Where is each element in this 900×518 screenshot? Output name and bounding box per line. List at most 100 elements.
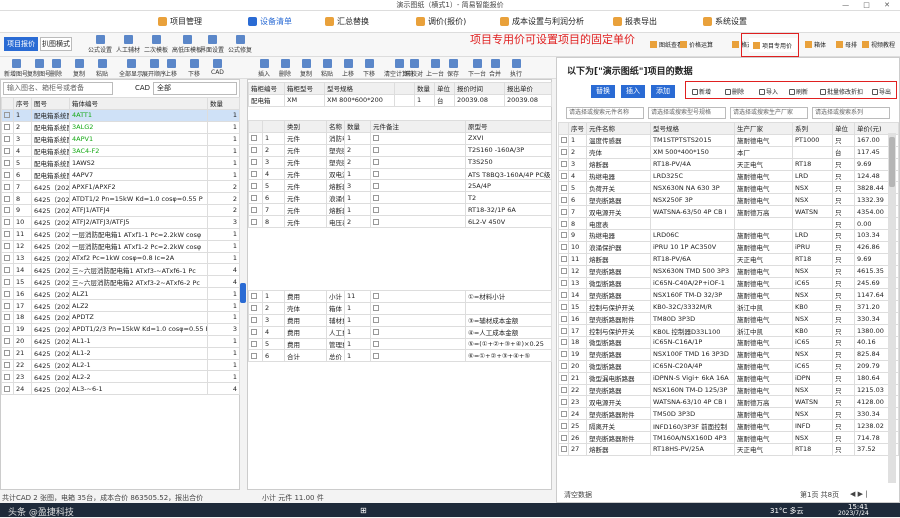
- search-input[interactable]: 输入图名、箱柜号或者备: [3, 82, 113, 95]
- remark-cell[interactable]: [370, 325, 466, 339]
- row-checkbox-cell[interactable]: [558, 431, 569, 445]
- table-row[interactable]: 5 配电箱系统图 1AWS2 1: [1, 156, 240, 170]
- toolbar2-mid-button-0[interactable]: 插入: [258, 59, 270, 78]
- toolbar2-left-button-4[interactable]: 粘贴: [96, 59, 108, 78]
- checkbox[interactable]: [561, 422, 567, 429]
- checkbox[interactable]: [561, 173, 567, 179]
- row-checkbox-cell[interactable]: [558, 300, 569, 314]
- cell-model[interactable]: ⑤=(①+②+③+④)×0.25: [465, 337, 552, 351]
- row-checkbox-cell[interactable]: [1, 168, 14, 182]
- cabinet-field[interactable]: 配电箱: [248, 93, 285, 107]
- cell-model[interactable]: ZXVI: [465, 131, 552, 145]
- checkbox[interactable]: [4, 350, 10, 357]
- table-row[interactable]: 4费用人工费1④=人工成本金额④=人工成: [248, 325, 552, 339]
- table-row[interactable]: 14 塑壳断路器 NSX160F TM-D 32/3P 施耐德电气 NSX 只 1147.6…: [558, 288, 899, 302]
- table-row[interactable]: 3元件塑壳断路器2T3S250NSX250F: [248, 155, 552, 169]
- row-checkbox-cell[interactable]: [248, 290, 263, 303]
- table-row[interactable]: 11 熔断器 RT18-PV/6A 天正电气 RT18 只 9.69: [558, 252, 899, 266]
- table-row[interactable]: 13 微型断路器 iC65N-C40A/2P+iOF-1 施耐德电气 iC65 只 245.…: [558, 276, 899, 290]
- checkbox[interactable]: [251, 194, 257, 201]
- table-row[interactable]: 15 控制与保护开关 KB0-32C/3332M/R 浙江中凯 KB0 只 371.20: [558, 300, 899, 314]
- toolbar2-left-button-3[interactable]: 复制: [73, 59, 85, 78]
- remark-icon[interactable]: [373, 341, 379, 347]
- row-checkbox-cell[interactable]: [1, 299, 14, 313]
- checkbox[interactable]: [561, 375, 567, 382]
- row-checkbox-cell[interactable]: [1, 192, 14, 206]
- column-header[interactable]: [558, 122, 569, 135]
- checkbox[interactable]: [561, 387, 567, 394]
- pager-nav[interactable]: ◀ ▶ |: [850, 490, 868, 498]
- row-checkbox-cell[interactable]: [558, 371, 569, 385]
- toolbar1-button-2[interactable]: 二次模板: [144, 35, 168, 54]
- row-checkbox-cell[interactable]: [1, 275, 14, 289]
- toolbar2-mid-button-10[interactable]: 下一台: [468, 59, 486, 78]
- cell-model[interactable]: ④=人工成本金额: [465, 325, 552, 339]
- checkbox[interactable]: [4, 159, 10, 166]
- table-row[interactable]: 116425（2020一层消防配电箱1 ATxf1-1 Pc=2.2kW cos…: [1, 227, 240, 241]
- column-header[interactable]: 图号: [31, 97, 70, 110]
- checkbox[interactable]: [4, 231, 10, 238]
- checkbox[interactable]: [4, 136, 10, 143]
- right-toolbar-button-0[interactable]: 图纸查看: [650, 40, 683, 49]
- row-checkbox-cell[interactable]: [558, 217, 569, 231]
- filter-select-0[interactable]: 请选择或搜索元件名称: [566, 107, 644, 119]
- toolbar2-mid-button-8[interactable]: 上一台: [426, 59, 444, 78]
- right-tool-5[interactable]: 导出: [872, 87, 891, 96]
- cabinet-field[interactable]: 20039.08: [454, 93, 505, 107]
- row-checkbox-cell[interactable]: [558, 359, 569, 373]
- table-row[interactable]: 166425（2020ALZ11: [1, 287, 240, 301]
- table-row[interactable]: 6 配电箱系统图 4APV7 1: [1, 168, 240, 182]
- toolbar2-mid-button-11[interactable]: 合并: [489, 59, 501, 78]
- table-row[interactable]: 17 控制与保护开关 KB0L 控制器D33L100 浙江中凯 KB0 只 1380.00: [558, 324, 899, 338]
- table-row[interactable]: 3 配电箱系统图 4APV1 1: [1, 132, 240, 146]
- toolbar2-left-button-1[interactable]: 复制图号: [27, 59, 51, 78]
- table-row[interactable]: 6合计总价1⑥=①+②+③+④+⑤⑥=①+②+: [248, 349, 552, 363]
- checkbox[interactable]: [561, 161, 567, 168]
- table-row[interactable]: 4元件双电源开关1ATS T8BQ3-160A/4P PC级WATSNA: [248, 167, 552, 181]
- row-checkbox-cell[interactable]: [1, 263, 14, 277]
- checkbox[interactable]: [4, 219, 10, 226]
- column-header[interactable]: 系列: [792, 122, 833, 135]
- row-checkbox-cell[interactable]: [1, 370, 14, 384]
- cabinet-field[interactable]: XM 800*600*200: [324, 93, 395, 107]
- checkbox[interactable]: [561, 208, 567, 215]
- toolbar2-mid-button-3[interactable]: 粘贴: [321, 59, 333, 78]
- row-checkbox-cell[interactable]: [248, 349, 263, 363]
- row-checkbox-cell[interactable]: [1, 358, 14, 372]
- cell-model[interactable]: T2: [465, 191, 552, 205]
- filter-select-2[interactable]: 请选择或搜索生产厂家: [730, 107, 808, 119]
- checkbox[interactable]: [251, 171, 257, 177]
- row-checkbox-cell[interactable]: [558, 324, 569, 338]
- checkbox[interactable]: [4, 290, 10, 297]
- remark-icon[interactable]: [373, 194, 379, 201]
- project-report-button[interactable]: 项目报价: [4, 37, 38, 51]
- checkbox[interactable]: [4, 243, 10, 250]
- right-tool-3[interactable]: 刷新: [789, 87, 808, 96]
- table-row[interactable]: 8元件电压表26L2-V 450V42L6-V 4: [248, 215, 552, 229]
- row-checkbox-cell[interactable]: [558, 395, 569, 409]
- row-checkbox-cell[interactable]: [1, 144, 14, 158]
- row-checkbox-cell[interactable]: [248, 167, 263, 181]
- table-row[interactable]: 5元件熔断器325A/4PRT18-3: [248, 179, 552, 193]
- table-row[interactable]: 136425（2020ATxf2 Pc=1kW cosφ=0.8 Ic=2A1: [1, 251, 240, 265]
- row-checkbox-cell[interactable]: [558, 288, 569, 302]
- cabinet-field[interactable]: [394, 93, 415, 107]
- toolbar2-mid-button-4[interactable]: 上移: [342, 59, 354, 78]
- row-checkbox-cell[interactable]: [248, 131, 263, 145]
- checkbox[interactable]: [4, 183, 10, 190]
- toolbar1-button-5[interactable]: 公式修复: [228, 35, 252, 54]
- row-checkbox-cell[interactable]: [558, 133, 569, 147]
- checkbox[interactable]: [4, 326, 10, 333]
- cell-model[interactable]: ①=材料小计: [465, 290, 552, 303]
- checkbox[interactable]: [251, 206, 257, 213]
- table-row[interactable]: 6 塑壳断路器 NSX250F 3P 施耐德电气 NSX 只 1332.39: [558, 193, 899, 207]
- table-row[interactable]: 21 微型漏电断路器 iDPNN-S Vigi+ 6kA 16A 施耐德电气 iDPN 只…: [558, 371, 899, 385]
- checkbox[interactable]: [561, 315, 567, 322]
- table-row[interactable]: 5费用管理费1⑤=(①+②+③+④)×0.25⑤=(①+②: [248, 337, 552, 351]
- landscape-button[interactable]: 扒图横式: [40, 37, 72, 51]
- checkbox[interactable]: [561, 339, 567, 346]
- row-checkbox-cell[interactable]: [1, 180, 14, 194]
- checkbox[interactable]: [561, 351, 567, 358]
- menu-item-2[interactable]: 汇总替换: [325, 16, 369, 27]
- table-row[interactable]: 156425（2020三~六层消防配电箱2 ATxf3-2~ATxf6-2 Pc…: [1, 275, 240, 289]
